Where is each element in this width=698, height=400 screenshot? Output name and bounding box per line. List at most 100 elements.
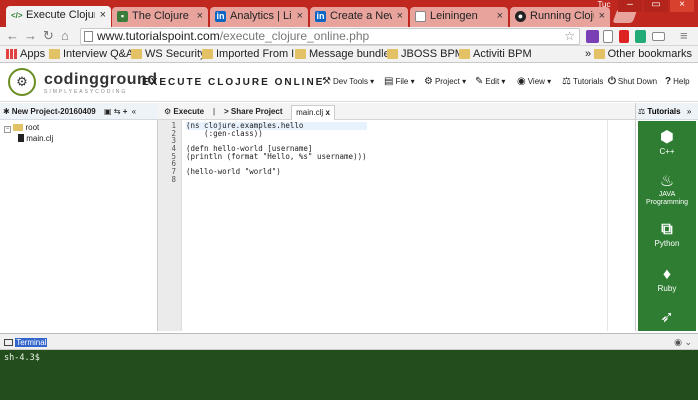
project-name: New Project-20160409 — [11, 107, 96, 116]
extension-screen-icon[interactable] — [652, 32, 665, 41]
menu-file[interactable]: ▤ File ▾ — [384, 77, 415, 87]
browser-tab-clojure-toolbox[interactable]: ▪ The Clojure Too × — [112, 7, 208, 27]
language-swift[interactable]: ➶ — [638, 309, 696, 327]
minimize-icon[interactable]: – — [618, 0, 642, 12]
terminal-tab[interactable]: Terminal — [4, 335, 48, 350]
globe-icon[interactable]: ◉ — [674, 337, 682, 347]
bookmark-ws-security[interactable]: WS Security — [131, 48, 206, 61]
extension-red-icon[interactable] — [619, 30, 629, 43]
close-tab-icon[interactable]: × — [497, 10, 503, 22]
file-icon — [18, 134, 24, 142]
file-tab-label: main.clj — [296, 108, 324, 117]
forward-icon[interactable]: → — [24, 28, 37, 44]
tree-root[interactable]: − root — [4, 122, 53, 133]
close-file-tab-icon[interactable]: x — [325, 108, 329, 117]
line-number: 8 — [171, 174, 176, 184]
folder-icon — [49, 49, 60, 59]
menu-project[interactable]: ⚙ Project ▾ — [424, 77, 466, 87]
code-line[interactable] — [186, 176, 367, 184]
language-ruby[interactable]: ♦ Ruby — [638, 266, 696, 293]
tab-title: Leiningen — [430, 10, 478, 22]
code-line[interactable]: (println (format "Hello, %s" username))) — [186, 153, 367, 161]
bookmark-message-bundle[interactable]: Message bundle — [295, 48, 390, 61]
settings-icon[interactable]: ✱ — [3, 107, 10, 116]
code-line[interactable]: (hello-world "world") — [186, 168, 367, 176]
code-editor[interactable]: 12345678 (ns clojure.examples.hello (:ge… — [158, 120, 635, 331]
browser-tab-leiningen[interactable]: Leiningen × — [410, 7, 508, 27]
print-margin — [607, 120, 608, 331]
tab-title: Running Clojure — [530, 10, 594, 22]
bookmark-activiti-bpm[interactable]: Activiti BPM — [459, 48, 532, 61]
save-icon[interactable]: ▣ — [104, 107, 112, 116]
language-java[interactable]: ♨ JAVA Programming — [638, 173, 696, 207]
codingground-logo[interactable]: ⚙ — [8, 68, 36, 96]
language-cpp[interactable]: ⬢ C++ — [638, 129, 696, 156]
menu-label: File — [395, 77, 409, 86]
file-tab-main[interactable]: main.clj x — [291, 105, 335, 120]
execute-button[interactable]: ⚙ Execute — [164, 103, 204, 120]
bookmark-imported[interactable]: Imported From I — [202, 48, 294, 61]
bookmark-label: WS Security — [145, 48, 206, 60]
browser-tab-analytics[interactable]: in Analytics | Link × — [210, 7, 308, 27]
close-window-icon[interactable]: × — [670, 0, 694, 12]
tree-root-label: root — [25, 123, 40, 132]
file-icon: ▤ — [384, 76, 394, 87]
bookmark-label: Activiti BPM — [473, 48, 532, 60]
language-python[interactable]: ⧉ Python — [638, 221, 696, 248]
execute-label: Execute — [173, 107, 205, 116]
bookmark-jboss-bpm[interactable]: JBOSS BPM — [387, 48, 464, 61]
close-tab-icon[interactable]: × — [197, 10, 203, 22]
close-tab-icon[interactable]: × — [397, 10, 403, 22]
site-icon: ▪ — [117, 11, 128, 22]
expand-panel-button[interactable]: » — [687, 107, 691, 116]
file-tree: − root main.clj — [4, 122, 53, 144]
menu-tutorials[interactable]: ⚖ Tutorials — [562, 77, 603, 87]
code-area[interactable]: (ns clojure.examples.hello (:gen-class))… — [186, 122, 367, 184]
menu-view[interactable]: ◉ View ▾ — [517, 77, 551, 87]
maximize-icon[interactable]: ▭ — [644, 0, 668, 12]
edit-icon: ✎ — [475, 76, 484, 87]
gear-icon: ⚙ — [424, 76, 433, 87]
bookmark-star-icon[interactable]: ☆ — [564, 29, 575, 44]
page-info-icon[interactable] — [84, 31, 93, 42]
tutorials-icon: ⚖ — [638, 107, 646, 116]
menu-shut-down[interactable]: ⏻ Shut Down — [608, 77, 657, 87]
collapse-panel-button[interactable]: « — [132, 107, 136, 116]
editor-toolbar: ⚙ Execute | > Share Project main.clj x — [158, 103, 635, 120]
terminal-console[interactable]: sh-4.3$ — [0, 350, 698, 400]
code-line[interactable]: (:gen-class)) — [186, 129, 367, 138]
share-project-button[interactable]: > Share Project — [224, 103, 282, 120]
extension-pen-icon[interactable] — [586, 30, 599, 43]
browser-tab-execute-clojure[interactable]: </> Execute Clojure × — [6, 6, 111, 27]
browser-tab-create-new[interactable]: in Create a New P × — [310, 7, 408, 27]
collapse-terminal-icon[interactable]: ⌄ — [684, 337, 692, 347]
brand-tagline: SIMPLYEASYCODING — [44, 89, 128, 95]
cpp-icon: ⬢ — [660, 129, 674, 146]
bookmarks-overflow-button[interactable]: » — [585, 48, 591, 61]
refresh-icon[interactable]: ⇆ — [114, 107, 121, 116]
close-tab-icon[interactable]: × — [100, 9, 106, 21]
other-bookmarks[interactable]: Other bookmarks — [593, 48, 692, 61]
terminal-controls: ◉ ⌄ — [674, 335, 692, 350]
menu-dev-tools[interactable]: ⚒ Dev Tools ▾ — [322, 77, 374, 87]
collapse-icon[interactable]: − — [4, 126, 11, 133]
bookmark-label: Message bundle — [309, 48, 390, 60]
bookmark-interview-qa[interactable]: Interview Q&A — [49, 48, 133, 61]
terminal-icon — [4, 339, 13, 346]
address-bar[interactable]: www.tutorialspoint.com/execute_clojure_o… — [80, 28, 580, 45]
close-tab-icon[interactable]: × — [297, 10, 303, 22]
menu-edit[interactable]: ✎ Edit ▾ — [475, 77, 505, 87]
tree-file-main[interactable]: main.clj — [4, 133, 53, 144]
reload-icon[interactable]: ↻ — [43, 28, 54, 44]
tutorials-panel: ⚖ Tutorials » ⬢ C++ ♨ JAVA Programming ⧉… — [635, 103, 698, 331]
python-icon: ⧉ — [661, 221, 673, 238]
home-icon[interactable]: ⌂ — [61, 28, 69, 44]
language-label: C++ — [659, 147, 675, 156]
extension-lock-icon[interactable] — [603, 30, 613, 43]
add-icon[interactable]: + — [123, 107, 128, 116]
back-icon[interactable]: ← — [6, 28, 19, 44]
menu-icon[interactable]: ≡ — [680, 28, 688, 44]
menu-help[interactable]: ? Help — [665, 77, 690, 87]
extension-person-icon[interactable] — [635, 30, 646, 43]
bookmark-apps[interactable]: Apps — [6, 48, 45, 61]
